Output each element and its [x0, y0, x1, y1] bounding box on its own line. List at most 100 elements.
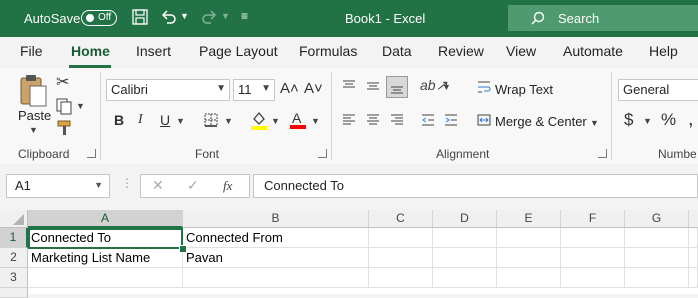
increase-indent-icon[interactable] [443, 112, 459, 131]
merge-center-icon[interactable] [476, 112, 492, 131]
cut-icon[interactable]: ✂ [56, 72, 69, 92]
align-right-icon[interactable] [389, 112, 405, 131]
copy-dropdown-icon[interactable]: ▼ [76, 101, 85, 111]
column-header-d[interactable]: D [433, 210, 497, 228]
select-all-corner[interactable] [0, 210, 28, 228]
tab-automate[interactable]: Automate [563, 43, 623, 59]
cell-d2[interactable] [433, 248, 497, 268]
wrap-text-icon[interactable] [476, 79, 492, 98]
column-header-partial[interactable] [689, 210, 698, 228]
borders-icon[interactable] [203, 112, 219, 131]
cell-h3[interactable] [689, 268, 698, 288]
tab-review[interactable]: Review [438, 43, 484, 59]
copy-icon[interactable] [55, 97, 73, 118]
save-icon[interactable] [131, 8, 149, 29]
underline-dropdown-icon[interactable]: ▼ [176, 116, 185, 126]
cell-b2[interactable]: Pavan [183, 248, 369, 268]
cell-c3[interactable] [369, 268, 433, 288]
row-header-2[interactable]: 2 [0, 248, 28, 268]
undo-icon[interactable] [160, 8, 178, 29]
cell-c1[interactable] [369, 228, 433, 248]
bottom-align-icon[interactable] [386, 76, 408, 98]
middle-align-icon[interactable] [365, 78, 381, 97]
cell-a2[interactable]: Marketing List Name [28, 248, 183, 268]
cell-e2[interactable] [497, 248, 561, 268]
row-header-1[interactable]: 1 [0, 228, 28, 248]
grow-font-icon[interactable]: A˄ [280, 80, 299, 97]
cell-g1[interactable] [625, 228, 689, 248]
orientation-dropdown-icon[interactable]: ▼ [442, 82, 451, 92]
name-box[interactable]: A1 ▼ [6, 174, 110, 198]
insert-function-icon[interactable]: fx [223, 178, 232, 194]
align-center-icon[interactable] [365, 112, 381, 131]
tab-home[interactable]: Home [71, 43, 110, 59]
row-header-4[interactable] [0, 288, 28, 298]
cell-g3[interactable] [625, 268, 689, 288]
cell-d3[interactable] [433, 268, 497, 288]
fill-color-icon[interactable] [250, 110, 268, 133]
font-name-dropdown[interactable]: Calibri ▼ [106, 79, 230, 101]
tab-file[interactable]: File [20, 43, 43, 59]
undo-dropdown-icon[interactable]: ▼ [180, 11, 189, 21]
cancel-icon[interactable]: ✕ [152, 177, 164, 194]
row-header-3[interactable]: 3 [0, 268, 28, 288]
wrap-text-button[interactable]: Wrap Text [495, 82, 553, 97]
currency-button[interactable]: $ [624, 110, 633, 130]
cell-h1[interactable] [689, 228, 698, 248]
tab-view[interactable]: View [506, 43, 536, 59]
shrink-font-icon[interactable]: A˅ [304, 80, 323, 97]
fill-color-dropdown-icon[interactable]: ▼ [271, 116, 280, 126]
customize-toolbar-icon[interactable]: ≡ [241, 9, 248, 23]
cell-f3[interactable] [561, 268, 625, 288]
column-header-a[interactable]: A [28, 210, 183, 228]
align-left-icon[interactable] [341, 112, 357, 131]
formula-input[interactable]: Connected To [253, 174, 698, 198]
paste-icon[interactable] [18, 72, 50, 111]
cell-b1[interactable]: Connected From [183, 228, 369, 248]
cell-h2[interactable] [689, 248, 698, 268]
cell-b3[interactable] [183, 268, 369, 288]
cell-d1[interactable] [433, 228, 497, 248]
cell-f1[interactable] [561, 228, 625, 248]
cell-a3[interactable] [28, 268, 183, 288]
search-box[interactable]: Search [508, 5, 698, 31]
clipboard-launcher-icon[interactable] [87, 149, 96, 158]
cell-f2[interactable] [561, 248, 625, 268]
column-header-f[interactable]: F [561, 210, 625, 228]
percent-button[interactable]: % [661, 110, 676, 130]
tab-insert[interactable]: Insert [136, 43, 171, 59]
fill-handle[interactable] [179, 245, 187, 253]
drag-handle-icon[interactable]: ⋮ [121, 176, 133, 190]
cell-g2[interactable] [625, 248, 689, 268]
autosave-toggle[interactable]: Off [81, 10, 117, 26]
cell-c2[interactable] [369, 248, 433, 268]
tab-page-layout[interactable]: Page Layout [199, 43, 278, 59]
tab-data[interactable]: Data [382, 43, 412, 59]
cell-e1[interactable] [497, 228, 561, 248]
column-header-g[interactable]: G [625, 210, 689, 228]
alignment-launcher-icon[interactable] [598, 149, 607, 158]
enter-icon[interactable]: ✓ [187, 177, 199, 194]
comma-style-icon[interactable]: , [688, 108, 694, 131]
tab-formulas[interactable]: Formulas [299, 43, 357, 59]
column-header-b[interactable]: B [183, 210, 369, 228]
format-painter-icon[interactable] [56, 119, 74, 140]
currency-dropdown-icon[interactable]: ▼ [643, 116, 652, 126]
number-format-dropdown[interactable]: General [618, 79, 698, 101]
column-header-c[interactable]: C [369, 210, 433, 228]
decrease-indent-icon[interactable] [420, 112, 436, 131]
cell-e3[interactable] [497, 268, 561, 288]
font-size-dropdown[interactable]: 11 ▼ [233, 79, 275, 101]
font-color-dropdown-icon[interactable]: ▼ [311, 116, 320, 126]
column-header-e[interactable]: E [497, 210, 561, 228]
top-align-icon[interactable] [341, 78, 357, 97]
font-launcher-icon[interactable] [318, 149, 327, 158]
font-color-icon[interactable]: A [289, 109, 307, 132]
paste-label[interactable]: Paste [18, 108, 51, 123]
underline-button[interactable]: U [160, 112, 170, 128]
borders-dropdown-icon[interactable]: ▼ [224, 116, 233, 126]
paste-dropdown-icon[interactable]: ▼ [29, 125, 38, 135]
tab-help[interactable]: Help [649, 43, 678, 59]
bold-button[interactable]: B [114, 112, 124, 128]
italic-button[interactable]: I [138, 112, 143, 128]
